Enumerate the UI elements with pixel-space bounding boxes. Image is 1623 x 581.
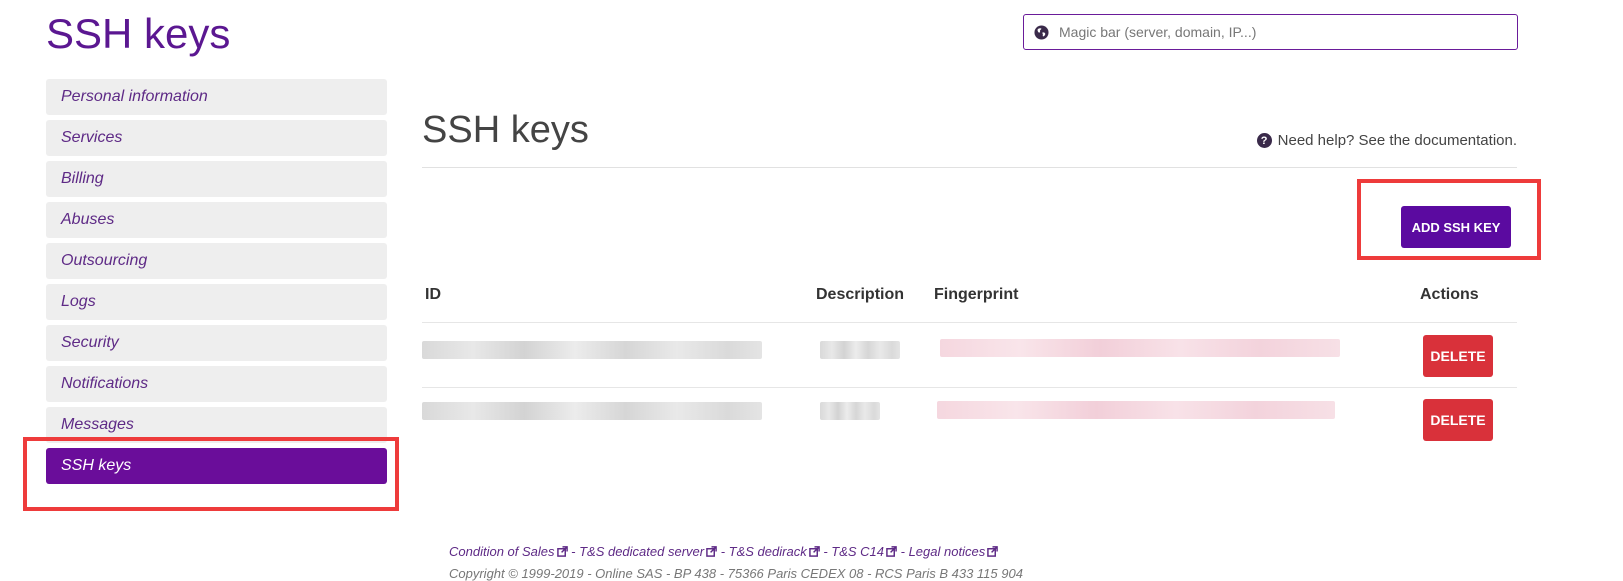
table-row-divider <box>422 387 1517 388</box>
redacted-id <box>422 402 762 420</box>
delete-button[interactable]: DELETE <box>1423 399 1493 441</box>
table-header-fingerprint: Fingerprint <box>934 286 1019 303</box>
sidebar-item-label: Services <box>61 129 123 146</box>
sidebar-item-security[interactable]: Security <box>46 325 387 361</box>
question-circle-icon: ? <box>1256 133 1272 148</box>
table-header-actions: Actions <box>1420 286 1479 303</box>
redacted-description <box>820 341 900 359</box>
footer-link-ts-dedirack[interactable]: T&S dedirack <box>729 544 820 559</box>
redacted-fingerprint <box>940 339 1340 357</box>
globe-icon <box>1034 24 1049 40</box>
footer-separator: - <box>567 544 580 559</box>
help-link[interactable]: ? Need help? See the documentation. <box>1256 132 1517 149</box>
sidebar-item-label: Abuses <box>61 211 115 228</box>
sidebar-item-label: Messages <box>61 416 134 433</box>
footer-link-label: T&S C14 <box>831 544 885 559</box>
highlight-box-sidebar <box>23 437 399 511</box>
sidebar-item-label: Outsourcing <box>61 252 148 269</box>
external-link-icon <box>706 546 717 557</box>
magic-bar-input[interactable] <box>1059 24 1499 40</box>
footer-link-label: T&S dedicated server <box>579 544 705 559</box>
redacted-fingerprint <box>937 401 1335 419</box>
footer-link-label: Legal notices <box>908 544 986 559</box>
magic-bar[interactable] <box>1023 14 1518 50</box>
delete-button[interactable]: DELETE <box>1423 335 1493 377</box>
sidebar-item-notifications[interactable]: Notifications <box>46 366 387 402</box>
footer-link-condition-of-sales[interactable]: Condition of Sales <box>449 544 568 559</box>
help-text: Need help? See the documentation. <box>1277 132 1517 149</box>
footer-link-label: Condition of Sales <box>449 544 555 559</box>
sidebar-item-label: Logs <box>61 293 96 310</box>
footer-link-ts-c14[interactable]: T&S C14 <box>831 544 897 559</box>
footer-separator: - <box>897 544 909 559</box>
external-link-icon <box>556 546 568 557</box>
footer-separator: - <box>717 544 729 559</box>
external-link-icon <box>808 546 820 557</box>
sidebar-item-services[interactable]: Services <box>46 120 387 156</box>
footer-link-legal-notices[interactable]: Legal notices <box>909 544 999 559</box>
sidebar-item-label: Notifications <box>61 375 149 392</box>
section-title: SSH keys <box>422 109 589 151</box>
footer-links: Condition of Sales - T&S dedicated serve… <box>449 544 999 559</box>
sidebar-item-personal-information[interactable]: Personal information <box>46 79 387 115</box>
external-link-icon <box>886 546 897 557</box>
redacted-id <box>422 341 762 359</box>
sidebar-item-billing[interactable]: Billing <box>46 161 387 197</box>
table-row-divider <box>422 322 1517 323</box>
sidebar-item-label: Personal information <box>61 88 208 105</box>
footer-separator: - <box>819 544 832 559</box>
footer-link-label: T&S dedirack <box>728 544 807 559</box>
external-link-icon <box>987 546 999 557</box>
redacted-description <box>820 402 880 420</box>
sidebar-item-label: Billing <box>61 170 104 187</box>
page-title: SSH keys <box>46 10 231 57</box>
sidebar-item-abuses[interactable]: Abuses <box>46 202 387 238</box>
sidebar-item-logs[interactable]: Logs <box>46 284 387 320</box>
footer-link-ts-dedicated-server[interactable]: T&S dedicated server <box>579 544 717 559</box>
sidebar-item-label: Security <box>61 334 119 351</box>
table-header-description: Description <box>816 286 905 303</box>
highlight-box-add-button <box>1357 179 1541 260</box>
sidebar-nav: Personal information Services Billing Ab… <box>46 79 387 489</box>
table-header-id: ID <box>425 286 441 303</box>
sidebar-item-outsourcing[interactable]: Outsourcing <box>46 243 387 279</box>
section-divider <box>422 167 1517 168</box>
